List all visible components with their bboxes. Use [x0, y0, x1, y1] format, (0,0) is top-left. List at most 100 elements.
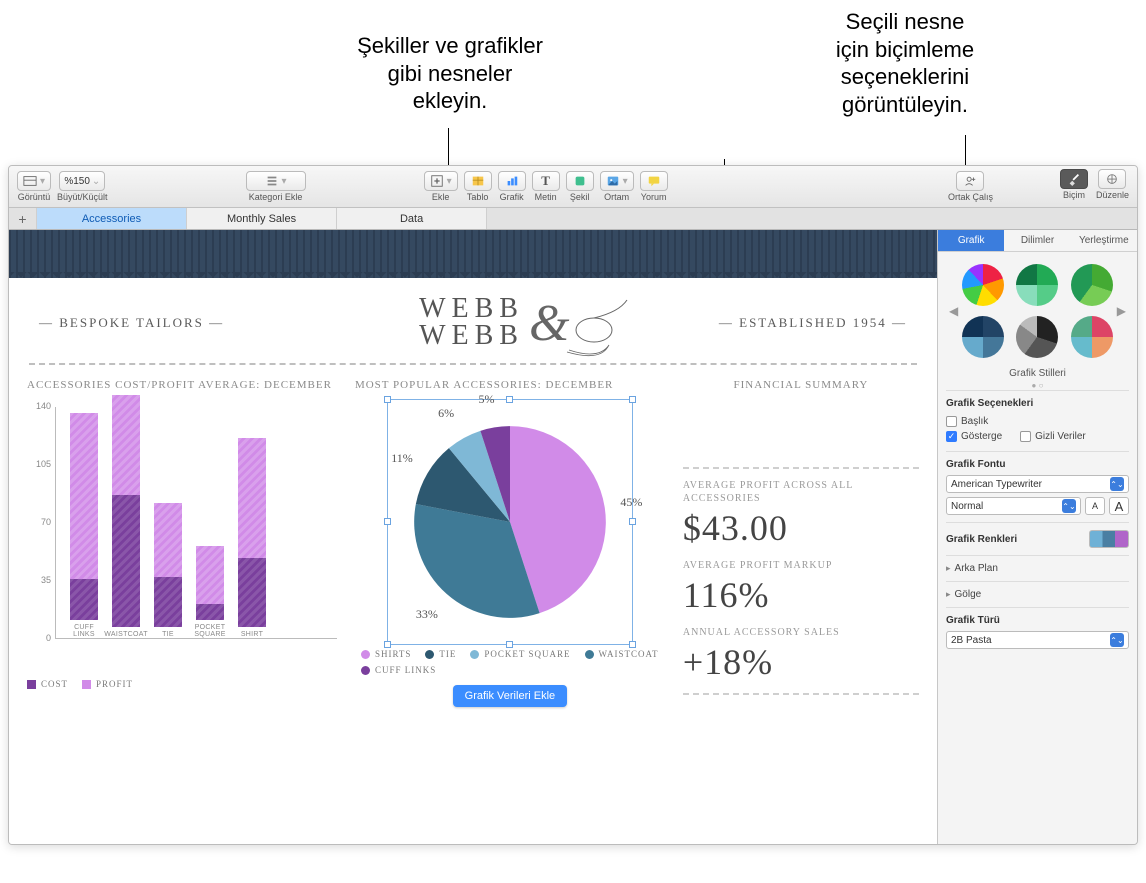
add-category-button[interactable]: ▾ [246, 171, 306, 191]
organize-label: Düzenle [1096, 190, 1129, 200]
hidden-data-checkbox[interactable]: Gizli Veriler [1020, 431, 1086, 442]
chevron-down-icon: ⌄ [92, 176, 100, 187]
chart-options-label: Grafik Seçenekleri [946, 398, 1129, 409]
bar-column: SHIRT [234, 438, 270, 638]
resize-handle[interactable] [506, 396, 513, 403]
chart-colors-button[interactable] [1089, 530, 1129, 548]
add-category-label: Kategori Ekle [249, 192, 303, 202]
collaborate-button[interactable] [956, 171, 984, 191]
ampersand-needle-icon: & [509, 290, 629, 370]
font-size-decrease[interactable]: A [1085, 497, 1105, 515]
chart-style-next[interactable]: ▶ [1114, 304, 1129, 318]
chevron-updown-icon: ⌃⌄ [1110, 633, 1124, 647]
chart-type-label: Grafik Türü [946, 615, 1129, 626]
font-family-value: American Typewriter [951, 479, 1042, 490]
denim-header-pattern [9, 230, 937, 278]
bar-axis-tick: 105 [27, 459, 51, 469]
fin-value-annual: +18% [683, 641, 919, 683]
inspector-tab-arrange[interactable]: Yerleştirme [1071, 230, 1137, 251]
comment-button[interactable] [640, 171, 668, 191]
sheet-tab-data[interactable]: Data [337, 208, 487, 229]
list-icon [265, 174, 279, 188]
resize-handle[interactable] [506, 641, 513, 648]
shadow-disclosure[interactable]: Gölge [946, 589, 1129, 600]
bar-category-label: POCKET SQUARE [192, 624, 228, 638]
edit-chart-data-button[interactable]: Grafik Verileri Ekle [453, 685, 567, 707]
sheet-tab-monthly-sales[interactable]: Monthly Sales [187, 208, 337, 229]
chart-style-option[interactable] [962, 264, 1004, 306]
title-checkbox-label: Başlık [961, 416, 988, 427]
shape-icon [573, 174, 587, 188]
background-disclosure[interactable]: Arka Plan [946, 563, 1129, 574]
chart-colors-label: Grafik Renkleri [946, 534, 1017, 545]
fin-label-annual: ANNUAL ACCESSORY SALES [683, 626, 919, 639]
chart-style-option[interactable] [1071, 264, 1113, 306]
chart-style-option[interactable] [1016, 316, 1058, 358]
dashed-divider [683, 693, 919, 695]
bar-chart[interactable]: 03570105140 CUFF LINKSWAISTCOATTIEPOCKET… [27, 407, 337, 667]
chart-style-prev[interactable]: ◀ [946, 304, 961, 318]
brand-logo: WEBB WEBB & [419, 296, 524, 349]
pie-chart-selected[interactable]: 45%33%11%6%5% [395, 407, 625, 637]
bar-column: TIE [150, 503, 186, 638]
text-button[interactable]: T [532, 171, 560, 191]
chart-style-option[interactable] [1016, 264, 1058, 306]
pie-legend-waist: WAISTCOAT [599, 649, 659, 659]
background-label: Arka Plan [955, 563, 998, 574]
pie-slice-label: 45% [620, 495, 642, 510]
chart-style-option[interactable] [1071, 316, 1113, 358]
insert-button[interactable]: ▾ [424, 171, 458, 191]
chart-button[interactable] [498, 171, 526, 191]
sheet-tab-bar: + Accessories Monthly Sales Data [9, 208, 1137, 230]
shape-button[interactable] [566, 171, 594, 191]
chart-label: Grafik [500, 192, 524, 202]
inspector-tab-wedges[interactable]: Dilimler [1004, 230, 1070, 251]
chevron-updown-icon: ⌃⌄ [1062, 499, 1076, 513]
paintbrush-icon [1067, 172, 1081, 186]
zoom-label: Büyüt/Küçült [57, 192, 108, 202]
table-label: Tablo [467, 192, 489, 202]
media-button[interactable]: ▾ [600, 171, 634, 191]
organize-button[interactable] [1098, 169, 1126, 189]
canvas[interactable]: — BESPOKE TAILORS — WEBB WEBB & — ESTABL… [9, 230, 937, 844]
person-add-icon [963, 174, 977, 188]
table-button[interactable] [464, 171, 492, 191]
resize-handle[interactable] [629, 641, 636, 648]
bar-legend-profit: PROFIT [96, 679, 133, 689]
resize-handle[interactable] [629, 396, 636, 403]
pie-slice-label: 6% [438, 406, 454, 421]
callout-insert-objects: Şekiller ve grafiklergibi nesnelerekleyi… [300, 32, 600, 115]
bar-column: POCKET SQUARE [192, 546, 228, 639]
fin-label-markup: AVERAGE PROFIT MARKUP [683, 559, 919, 572]
title-checkbox[interactable]: Başlık [946, 416, 988, 427]
sheet-tab-accessories[interactable]: Accessories [37, 208, 187, 229]
add-sheet-button[interactable]: + [9, 208, 37, 229]
comment-label: Yorum [641, 192, 667, 202]
font-family-select[interactable]: American Typewriter ⌃⌄ [946, 475, 1129, 493]
resize-handle[interactable] [384, 518, 391, 525]
bar-axis-tick: 70 [27, 517, 51, 527]
chart-style-option[interactable] [962, 316, 1004, 358]
legend-checkbox[interactable]: Gösterge [946, 431, 1002, 442]
text-label: Metin [535, 192, 557, 202]
chart-type-select[interactable]: 2B Pasta ⌃⌄ [946, 631, 1129, 649]
bar-chart-title: ACCESSORIES COST/PROFIT AVERAGE: DECEMBE… [27, 379, 337, 391]
view-button[interactable]: ▾ [17, 171, 51, 191]
insert-label: Ekle [432, 192, 450, 202]
resize-handle[interactable] [384, 641, 391, 648]
chart-styles-label: Grafik Stilleri [946, 368, 1129, 379]
format-button[interactable] [1060, 169, 1088, 189]
resize-handle[interactable] [384, 396, 391, 403]
font-weight-select[interactable]: Normal ⌃⌄ [946, 497, 1081, 515]
fin-value-avg-profit: $43.00 [683, 507, 919, 549]
hidden-data-checkbox-label: Gizli Veriler [1035, 431, 1086, 442]
pie-legend-cuff: CUFF LINKS [375, 665, 436, 675]
pie-legend: SHIRTS TIE POCKET SQUARE WAISTCOAT CUFF … [355, 649, 665, 675]
inspector-tab-chart[interactable]: Grafik [938, 230, 1004, 251]
comment-icon [647, 174, 661, 188]
resize-handle[interactable] [629, 518, 636, 525]
font-size-increase[interactable]: A [1109, 497, 1129, 515]
zoom-select[interactable]: %150 ⌄ [59, 171, 105, 191]
format-label: Biçim [1063, 190, 1085, 200]
svg-text:&: & [529, 295, 570, 352]
